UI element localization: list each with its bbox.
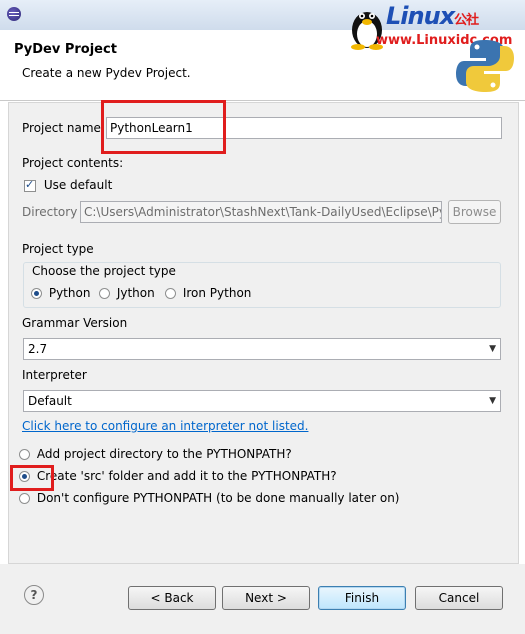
back-button[interactable]: < Back <box>128 586 216 610</box>
grammar-version-label: Grammar Version <box>22 316 128 330</box>
directory-label: Directory <box>22 205 78 219</box>
grammar-version-value: 2.7 <box>28 342 48 356</box>
use-default-checkbox-row[interactable]: Use default <box>24 178 112 192</box>
radio-python-label: Python <box>48 286 91 300</box>
help-icon[interactable]: ? <box>24 585 44 605</box>
project-name-highlight-box <box>101 100 226 154</box>
radio-dont-configure-button[interactable] <box>19 493 30 504</box>
project-type-group-title: Choose the project type <box>32 264 176 278</box>
browse-button[interactable]: Browse <box>448 200 501 224</box>
grammar-version-select[interactable]: 2.7 ▼ <box>23 338 501 360</box>
page-subtitle: Create a new Pydev Project. <box>22 66 191 80</box>
project-name-label: Project name: <box>22 121 105 135</box>
finish-button[interactable]: Finish <box>318 586 406 610</box>
chevron-down-icon: ▼ <box>489 344 496 354</box>
radio-jython[interactable]: Jython <box>99 286 155 300</box>
eclipse-app-icon <box>7 7 21 21</box>
chevron-down-icon: ▼ <box>489 396 496 406</box>
radio-add-project-dir-button[interactable] <box>19 449 30 460</box>
radio-iron-python[interactable]: Iron Python <box>165 286 251 300</box>
radio-add-project-dir-label: Add project directory to the PYTHONPATH? <box>36 447 292 461</box>
watermark-brand: Linux公社 <box>386 2 479 30</box>
radio-iron-python-button[interactable] <box>165 288 176 299</box>
page-title: PyDev Project <box>14 42 117 57</box>
radio-create-src[interactable]: Create 'src' folder and add it to the PY… <box>19 469 337 483</box>
radio-iron-python-label: Iron Python <box>182 286 252 300</box>
radio-jython-button[interactable] <box>99 288 110 299</box>
radio-python[interactable]: Python <box>31 286 90 300</box>
configure-interpreter-link[interactable]: Click here to configure an interpreter n… <box>22 419 308 433</box>
next-button[interactable]: Next > <box>222 586 310 610</box>
python-logo-icon <box>456 38 514 94</box>
interpreter-select[interactable]: Default ▼ <box>23 390 501 412</box>
use-default-checkbox[interactable] <box>24 178 36 192</box>
radio-dont-configure[interactable]: Don't configure PYTHONPATH (to be done m… <box>19 491 399 505</box>
interpreter-value: Default <box>28 394 72 408</box>
radio-jython-label: Jython <box>116 286 155 300</box>
project-contents-label: Project contents: <box>22 156 124 170</box>
use-default-label: Use default <box>43 178 113 192</box>
project-type-label: Project type <box>22 242 94 256</box>
radio-add-project-dir[interactable]: Add project directory to the PYTHONPATH? <box>19 447 292 461</box>
radio-python-button[interactable] <box>31 288 42 299</box>
radio-dont-configure-label: Don't configure PYTHONPATH (to be done m… <box>36 491 400 505</box>
create-src-highlight-box <box>10 465 54 491</box>
radio-create-src-label: Create 'src' folder and add it to the PY… <box>36 469 337 483</box>
cancel-button[interactable]: Cancel <box>415 586 503 610</box>
interpreter-label: Interpreter <box>22 368 87 382</box>
directory-input[interactable]: C:\Users\Administrator\StashNext\Tank-Da… <box>80 201 442 223</box>
